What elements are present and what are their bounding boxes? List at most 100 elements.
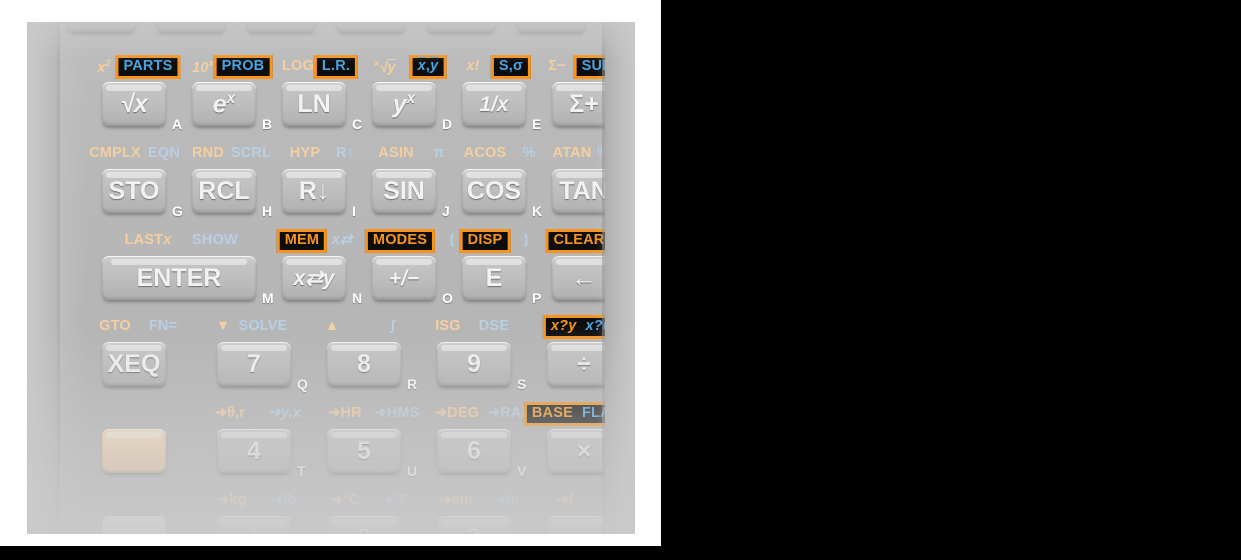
legend-x-factorial: x! xyxy=(466,58,480,74)
legend-to-cm: ➜cm xyxy=(439,492,473,508)
legend-s-sigma[interactable]: S,σ xyxy=(490,55,532,79)
key-x-exchange-y[interactable]: x⇄y xyxy=(282,256,346,300)
legend-to-hr: ➜HR xyxy=(328,405,362,421)
key-cut-2[interactable] xyxy=(156,22,226,32)
key-roll-down[interactable]: R↓ xyxy=(282,169,346,213)
key-letter-p: P xyxy=(532,290,542,306)
key-enter-label: ENTER xyxy=(136,263,222,292)
key-letter-t: T xyxy=(297,463,306,479)
legend-to-y-x: ➜y,x xyxy=(268,405,302,421)
key-ln-label: LN xyxy=(297,89,331,118)
legend-paren-close: ) xyxy=(523,232,529,248)
key-exponent[interactable]: E xyxy=(462,256,526,300)
legend-to-fahrenheit: ➜°F xyxy=(381,492,409,508)
legend-x-bar-y-bar[interactable]: x,y xyxy=(409,55,447,79)
key-ln[interactable]: LN xyxy=(282,82,346,126)
legend-x-squared: x2 xyxy=(97,58,111,76)
legend-down-arrow: ▼ xyxy=(215,318,231,334)
key-sto[interactable]: STO xyxy=(102,169,166,213)
key-sqrt[interactable]: √x xyxy=(102,82,166,126)
key-2-label: 2 xyxy=(357,525,371,534)
key-3[interactable]: 3 xyxy=(437,516,511,534)
screenshot-root: x2 PARTS 10x PROB LOG L.R. x√y x,y x! S,… xyxy=(0,0,1241,560)
key-blue-shift[interactable] xyxy=(102,516,166,534)
legend-ten-to-x: 10x xyxy=(192,58,214,76)
key-orange-shift[interactable] xyxy=(102,429,166,473)
key-5[interactable]: 5 xyxy=(327,429,401,473)
key-rcl-label: RCL xyxy=(198,176,250,205)
key-cut-5[interactable] xyxy=(426,22,496,32)
key-2[interactable]: 2 xyxy=(327,516,401,534)
row-enter-legends: LASTx SHOW MEM x⇄ MODES ( DISP ) CLEAR = xyxy=(60,229,635,253)
legend-pi: π xyxy=(433,145,445,161)
key-letter-a: A xyxy=(172,116,183,132)
key-letter-c: C xyxy=(352,116,363,132)
key-multiply-label: × xyxy=(576,436,592,465)
legend-to-litre: ➜l xyxy=(556,492,574,508)
row-123: ➜kg ➜lb ➜°C ➜°F ➜cm ➜in ➜l ➜gal 1 2 3 xyxy=(60,492,634,534)
key-letter-b: B xyxy=(262,116,273,132)
key-cut-3[interactable] xyxy=(246,22,316,32)
legend-dse: DSE xyxy=(478,318,510,334)
legend-disp[interactable]: DISP xyxy=(459,229,511,253)
key-e-to-x[interactable]: ex xyxy=(192,82,256,126)
key-letter-m: M xyxy=(262,290,274,306)
case-bezel-left xyxy=(27,22,57,534)
legend-parts[interactable]: PARTS xyxy=(115,55,181,79)
key-4-label: 4 xyxy=(247,436,261,465)
legend-isg: ISG xyxy=(435,318,461,334)
key-roll-down-label: R↓ xyxy=(298,176,330,205)
key-letter-o: O xyxy=(442,290,453,306)
key-7[interactable]: 7 xyxy=(217,342,291,386)
key-change-sign[interactable]: +/− xyxy=(372,256,436,300)
legend-asin: ASIN xyxy=(378,145,414,161)
key-y-to-x-label: yx xyxy=(392,89,416,119)
backspace-arrow-icon: ← xyxy=(571,263,597,292)
row-123-legends: ➜kg ➜lb ➜°C ➜°F ➜cm ➜in ➜l ➜gal xyxy=(60,492,634,512)
key-sin[interactable]: SIN xyxy=(372,169,436,213)
key-8-label: 8 xyxy=(357,349,371,378)
legend-roll-up: R↑ xyxy=(335,145,355,161)
key-reciprocal-label: 1/x xyxy=(479,92,509,116)
key-cut-6[interactable] xyxy=(516,22,586,32)
key-9[interactable]: 9 xyxy=(437,342,511,386)
legend-to-hms: ➜HMS xyxy=(374,405,420,421)
row-sqrt: x2 PARTS 10x PROB LOG L.R. x√y x,y x! S,… xyxy=(60,55,633,142)
key-cut-4[interactable] xyxy=(336,22,406,32)
key-6-label: 6 xyxy=(467,436,481,465)
key-letter-v: V xyxy=(517,463,527,479)
legend-solve: SOLVE xyxy=(238,318,288,334)
key-cut-1[interactable] xyxy=(66,22,136,32)
legend-atan: ATAN xyxy=(552,145,592,161)
row-sto: CMPLX EQN RND SCRL HYP R↑ ASIN π ACOS % … xyxy=(60,145,635,229)
legend-up-arrow: ▲ xyxy=(324,318,340,334)
row-789: GTO FN= ▼ SOLVE ▲ ∫ ISG DSE x?y x?0 XEQ 7… xyxy=(60,315,621,402)
key-change-sign-label: +/− xyxy=(388,266,420,290)
legend-mem[interactable]: MEM xyxy=(276,229,328,253)
case-seam-left xyxy=(57,22,60,534)
legend-show: SHOW xyxy=(192,232,238,248)
key-enter[interactable]: ENTER xyxy=(102,256,256,300)
key-xeq[interactable]: XEQ xyxy=(102,342,166,386)
legend-to-theta-r: ➜θ,r xyxy=(214,405,246,421)
key-6[interactable]: 6 xyxy=(437,429,511,473)
key-9-label: 9 xyxy=(467,349,481,378)
key-letter-q: Q xyxy=(297,376,308,392)
key-rcl[interactable]: RCL xyxy=(192,169,256,213)
key-letter-u: U xyxy=(407,463,418,479)
key-1[interactable]: 1 xyxy=(217,516,291,534)
row-cut-top xyxy=(60,22,602,36)
key-sqrt-label: √x xyxy=(120,89,148,118)
legend-lr[interactable]: L.R. xyxy=(313,55,359,79)
key-y-to-x[interactable]: yx xyxy=(372,82,436,126)
key-cos[interactable]: COS xyxy=(462,169,526,213)
key-letter-r: R xyxy=(407,376,418,392)
legend-to-kg: ➜kg xyxy=(217,492,247,508)
key-8[interactable]: 8 xyxy=(327,342,401,386)
key-letter-d: D xyxy=(442,116,453,132)
key-reciprocal[interactable]: 1/x xyxy=(462,82,526,126)
legend-prob[interactable]: PROB xyxy=(213,55,273,79)
legend-modes[interactable]: MODES xyxy=(364,229,436,253)
key-letter-i: I xyxy=(352,203,356,219)
key-4[interactable]: 4 xyxy=(217,429,291,473)
